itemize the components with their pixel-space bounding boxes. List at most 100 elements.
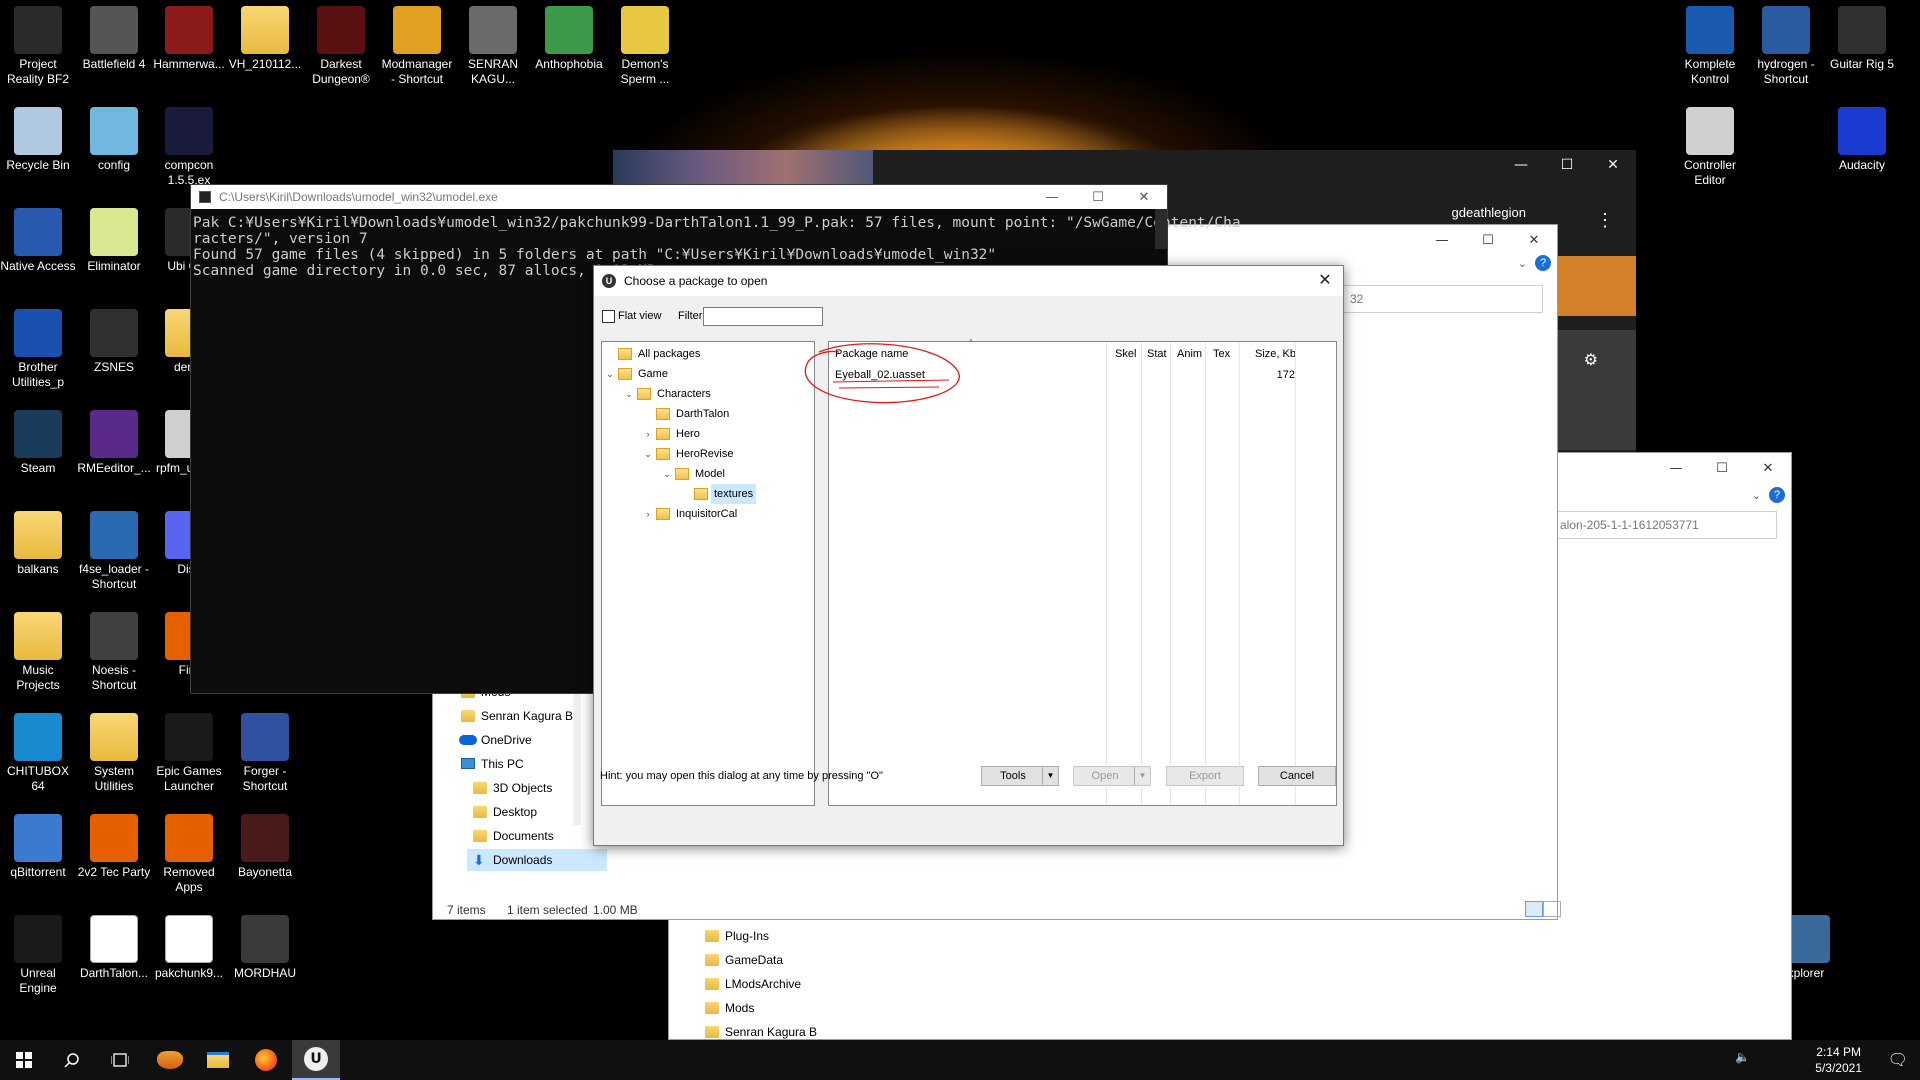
nav-item[interactable]: Plug-Ins [699,925,769,947]
desktop-shortcut[interactable]: Removed Apps [151,810,227,895]
collapse-arrow-icon[interactable]: ⌄ [642,444,654,464]
desktop-shortcut[interactable]: Battlefield 4 [76,2,152,72]
desktop-shortcut[interactable]: Controller Editor [1672,103,1748,188]
column-header[interactable]: Skel [1115,344,1136,364]
file-explorer-taskbar-icon[interactable] [194,1040,242,1080]
speaker-icon[interactable]: 🔈 [1735,1050,1750,1064]
tree-node[interactable]: ⌄ Game [602,364,812,384]
notification-icon[interactable]: 🗨 [1888,1050,1908,1070]
desktop-shortcut[interactable]: Guitar Rig 5 [1824,2,1900,72]
nav-item[interactable]: 3D Objects [467,777,552,799]
tree-node[interactable]: › Hero [602,424,812,444]
desktop-shortcut[interactable]: Brother Utilities_p [0,305,76,390]
minimize-button[interactable]: — [1029,185,1075,209]
desktop-shortcut[interactable]: VH_210112... [227,2,303,72]
desktop-shortcut[interactable]: Noesis - Shortcut [76,608,152,693]
clock[interactable]: 2:14 PM 5/3/2021 [1815,1044,1862,1076]
desktop-shortcut[interactable]: Native Access [0,204,76,274]
collapse-arrow-icon[interactable]: ⌄ [623,384,635,404]
column-header[interactable]: Tex [1213,344,1230,364]
nav-item[interactable]: This PC [455,753,524,775]
maximize-button[interactable]: ☐ [1699,453,1745,483]
minimize-button[interactable]: — [1419,225,1465,255]
flat-view-checkbox[interactable] [602,310,615,323]
pinned-app-icon[interactable] [146,1040,194,1080]
start-button[interactable] [0,1040,48,1080]
desktop-shortcut[interactable]: compcon 1.5.5.ex [151,103,227,188]
close-button[interactable]: ✕ [1745,453,1791,483]
desktop-shortcut[interactable]: Forger - Shortcut [227,709,303,794]
address-bar[interactable]: 32 [1343,285,1543,313]
umodel-taskbar-icon[interactable]: U [292,1040,340,1080]
nav-item[interactable]: LModsArchive [699,973,801,995]
nav-item[interactable]: Desktop [467,801,537,823]
chevron-down-icon[interactable]: ⌄ [1518,257,1527,270]
desktop-shortcut[interactable]: Modmanager - Shortcut [379,2,455,87]
dropdown-arrow-icon[interactable]: ▼ [1134,767,1150,785]
desktop-shortcut[interactable]: Bayonetta [227,810,303,880]
desktop-shortcut[interactable]: Epic Games Launcher [151,709,227,794]
close-button[interactable]: ✕ [1511,225,1557,255]
desktop-shortcut[interactable]: Darkest Dungeon® [303,2,379,87]
maximize-button[interactable]: ☐ [1544,150,1590,180]
desktop-shortcut[interactable]: Eliminator [76,204,152,274]
column-header[interactable]: Size, Kb [1255,344,1296,364]
tools-button[interactable]: Tools ▼ [981,766,1059,786]
minimize-button[interactable]: — [1498,150,1544,180]
maximize-button[interactable]: ☐ [1075,185,1121,209]
more-menu-icon[interactable]: ⋮ [1596,210,1614,231]
nav-item[interactable]: GameData [699,949,783,971]
scrollbar[interactable] [1155,209,1167,249]
desktop-shortcut[interactable]: hydrogen - Shortcut [1748,2,1824,87]
desktop-shortcut[interactable]: Audacity [1824,103,1900,173]
tree-node[interactable]: DarthTalon [602,404,812,424]
dropdown-arrow-icon[interactable]: ▼ [1042,767,1058,785]
nav-item[interactable]: Documents [467,825,554,847]
nav-item[interactable]: Mods [699,997,754,1019]
gear-icon[interactable]: ⚙ [1584,350,1598,370]
column-header[interactable]: Stat [1147,344,1167,364]
desktop-shortcut[interactable]: MORDHAU [227,911,303,981]
collapse-arrow-icon[interactable]: ⌄ [661,464,673,484]
desktop-shortcut[interactable]: System Utilities [76,709,152,794]
help-icon[interactable]: ? [1769,487,1785,503]
desktop-shortcut[interactable]: Anthophobia [531,2,607,72]
search-icon[interactable] [48,1040,96,1080]
collapse-arrow-icon[interactable]: ⌄ [604,364,616,384]
desktop-shortcut[interactable]: Komplete Kontrol [1672,2,1748,87]
tree-node[interactable]: ⌄ Model [602,464,812,484]
desktop-shortcut[interactable]: Steam [0,406,76,476]
cancel-button[interactable]: Cancel [1258,766,1336,786]
expand-arrow-icon[interactable]: › [642,424,654,444]
maximize-button[interactable]: ☐ [1465,225,1511,255]
firefox-taskbar-icon[interactable] [242,1040,290,1080]
tree-node[interactable]: ⌄ Characters [602,384,812,404]
username-label[interactable]: gdeathlegion [1452,205,1526,220]
nav-item[interactable]: OneDrive [455,729,532,751]
expand-arrow-icon[interactable]: › [642,504,654,524]
tree-node[interactable]: ⌄ HeroRevise [602,444,812,464]
desktop-shortcut[interactable]: Project Reality BF2 [0,2,76,87]
tree-node[interactable]: › InquisitorCal [602,504,812,524]
export-button[interactable]: Export [1166,766,1244,786]
column-header[interactable]: Anim [1177,344,1202,364]
details-view-icon[interactable] [1525,901,1543,917]
tree-node[interactable]: textures [602,484,812,504]
desktop-shortcut[interactable]: Demon's Sperm ... [607,2,683,87]
desktop-shortcut[interactable]: SENRAN KAGU... [455,2,531,87]
minimize-button[interactable]: — [1653,453,1699,483]
nav-item[interactable]: ⬇ Downloads [467,849,607,871]
desktop-shortcut[interactable]: RMEeditor_... [76,406,152,476]
desktop-shortcut[interactable]: config [76,103,152,173]
desktop-shortcut[interactable]: Unreal Engine [0,911,76,996]
close-button[interactable]: ✕ [1121,185,1167,209]
filter-input[interactable] [703,307,823,326]
desktop-shortcut[interactable]: Music Projects [0,608,76,693]
desktop-shortcut[interactable]: f4se_loader - Shortcut [76,507,152,592]
open-button[interactable]: Open ▼ [1073,766,1151,786]
large-icons-view-icon[interactable] [1543,901,1561,917]
desktop-shortcut[interactable]: Hammerwa... [151,2,227,72]
task-view-icon[interactable] [96,1040,144,1080]
help-icon[interactable]: ? [1535,255,1551,271]
search-box[interactable]: alon-205-1-1-1612053771 [1553,511,1777,539]
